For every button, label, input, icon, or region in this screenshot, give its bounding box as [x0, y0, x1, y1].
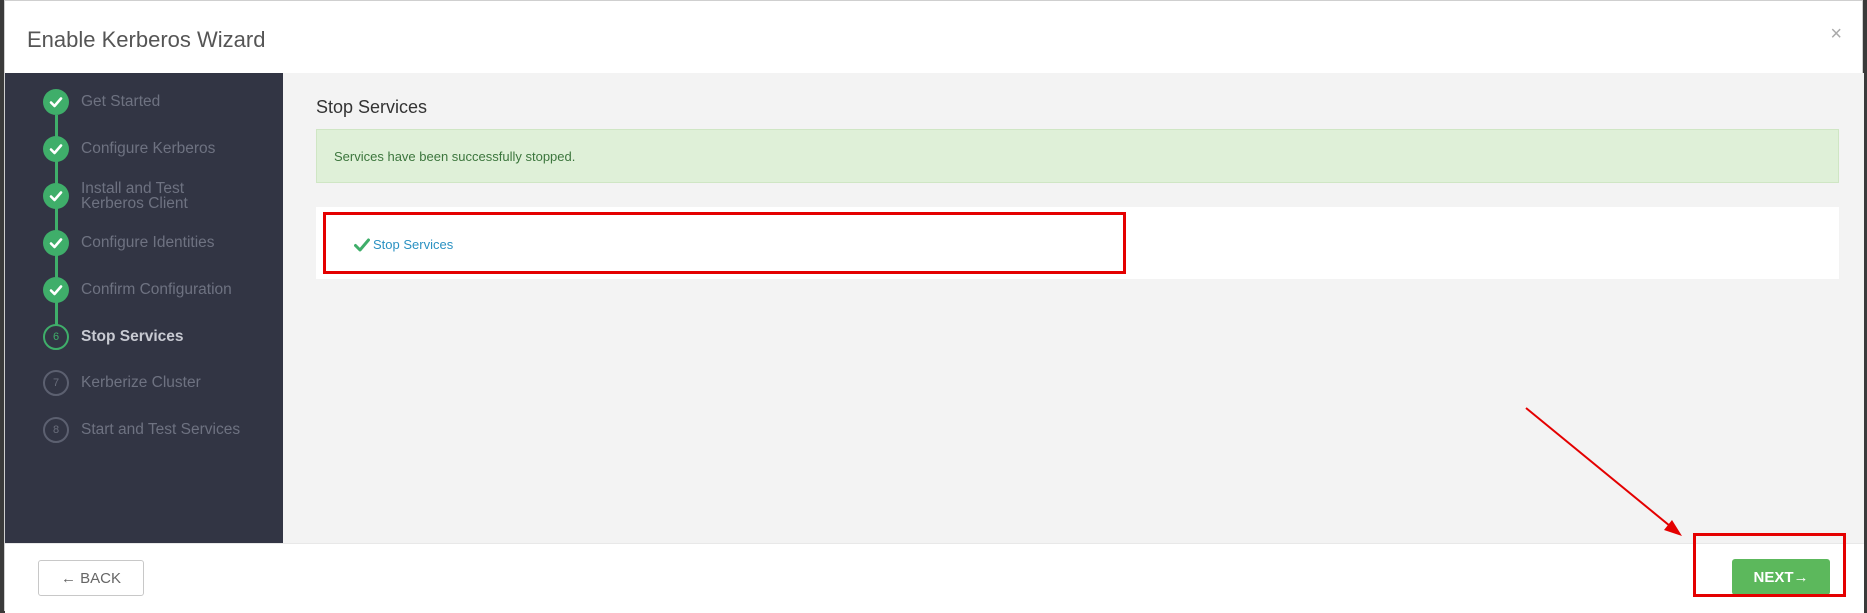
step-label: Configure Identities	[81, 234, 215, 251]
wizard-steps-sidebar: Get Started Configure Kerberos Install a…	[5, 73, 283, 543]
check-icon	[43, 277, 69, 303]
check-icon	[43, 183, 69, 209]
modal-header: Enable Kerberos Wizard ×	[5, 1, 1862, 73]
highlight-box-task	[323, 212, 1126, 274]
step-install-test-client: Install and Test Kerberos Client	[43, 180, 283, 219]
wizard-modal: Enable Kerberos Wizard × Get Started Con…	[4, 0, 1864, 613]
check-icon	[43, 89, 69, 115]
wizard-footer: ← BACK NEXT→	[5, 543, 1864, 613]
section-title: Stop Services	[316, 97, 428, 117]
check-icon	[43, 230, 69, 256]
step-label: Confirm Configuration	[81, 281, 232, 298]
step-label: Install and Test Kerberos Client	[81, 180, 188, 212]
close-icon[interactable]: ×	[1830, 23, 1842, 46]
highlight-box-next	[1693, 533, 1846, 597]
step-configure-identities: Configure Identities	[43, 230, 283, 266]
step-content: Stop Services Services have been success…	[283, 73, 1864, 543]
step-get-started: Get Started	[43, 89, 283, 125]
step-label: Configure Kerberos	[81, 140, 216, 157]
step-confirm-configuration: Confirm Configuration	[43, 277, 283, 313]
back-button[interactable]: ← BACK	[38, 560, 144, 596]
modal-title: Enable Kerberos Wizard	[27, 27, 266, 52]
step-number: 6	[43, 324, 69, 350]
step-kerberize-cluster: 7 Kerberize Cluster	[43, 370, 283, 406]
step-stop-services: 6 Stop Services	[43, 324, 283, 360]
success-alert: Services have been successfully stopped.	[316, 129, 1839, 183]
step-number: 7	[43, 370, 69, 396]
step-start-test-services: 8 Start and Test Services	[43, 417, 283, 453]
alert-text: Services have been successfully stopped.	[334, 149, 576, 164]
step-label: Get Started	[81, 93, 161, 110]
check-icon	[43, 136, 69, 162]
step-label: Start and Test Services	[81, 421, 241, 438]
step-number: 8	[43, 417, 69, 443]
step-label: Kerberize Cluster	[81, 374, 201, 391]
step-label: Stop Services	[81, 328, 184, 345]
step-configure-kerberos: Configure Kerberos	[43, 136, 283, 172]
